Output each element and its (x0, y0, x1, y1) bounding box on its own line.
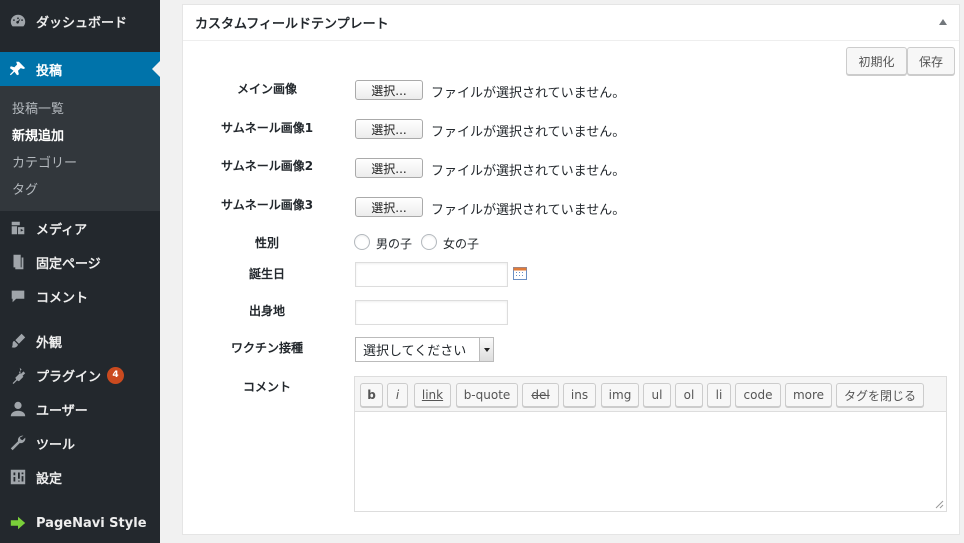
dashboard-icon (0, 12, 36, 30)
qt-more-button[interactable]: more (785, 383, 832, 407)
media-icon (0, 219, 36, 237)
select-arrow-icon (479, 338, 493, 361)
menu-label: 設定 (36, 471, 63, 487)
comment-textarea[interactable] (354, 412, 947, 512)
settings-icon (0, 468, 36, 486)
thumb3-file-button[interactable]: 選択... (355, 197, 423, 217)
birthday-input[interactable] (355, 262, 508, 287)
menu-label: ダッシュボード (36, 15, 128, 31)
submenu-add-new[interactable]: 新規追加 (12, 125, 64, 144)
qt-italic-button[interactable]: i (387, 383, 408, 407)
menu-appearance[interactable]: 外観 (0, 324, 160, 358)
menu-users[interactable]: ユーザー (0, 392, 160, 426)
menu-tools[interactable]: ツール (0, 426, 160, 460)
label-vaccine: ワクチン接種 (230, 341, 303, 355)
menu-label: 固定ページ (36, 256, 101, 272)
menu-label: 投稿 (36, 63, 63, 79)
panel-header: カスタムフィールドテンプレート (183, 5, 959, 41)
label-main-image: メイン画像 (236, 82, 297, 96)
thumb2-file-status: ファイルが選択されていません。 (431, 164, 626, 179)
gender-girl-label: 女の子 (443, 237, 480, 251)
qt-ul-button[interactable]: ul (643, 383, 671, 407)
qt-link-button[interactable]: link (414, 383, 451, 407)
thumb3-file-status: ファイルが選択されていません。 (431, 203, 626, 218)
label-birthday: 誕生日 (248, 267, 285, 281)
menu-settings[interactable]: 設定 (0, 460, 160, 494)
submenu-categories[interactable]: カテゴリー (12, 152, 77, 171)
menu-pages[interactable]: 固定ページ (0, 245, 160, 279)
qt-ins-button[interactable]: ins (563, 383, 596, 407)
menu-label: コメント (36, 290, 89, 306)
qt-ol-button[interactable]: ol (675, 383, 703, 407)
panel-title: カスタムフィールドテンプレート (195, 17, 389, 32)
main-image-file-status: ファイルが選択されていません。 (431, 86, 626, 101)
qt-code-button[interactable]: code (735, 383, 781, 407)
qt-li-button[interactable]: li (707, 383, 731, 407)
birthplace-input[interactable] (355, 300, 508, 325)
menu-plugins[interactable]: プラグイン 4 (0, 358, 160, 392)
menu-posts[interactable]: 投稿 (0, 52, 160, 86)
label-gender: 性別 (254, 236, 279, 250)
label-thumb2: サムネール画像2 (220, 159, 314, 173)
menu-comments[interactable]: コメント (0, 279, 160, 313)
qt-img-button[interactable]: img (601, 383, 639, 407)
admin-sidebar: ダッシュボード 投稿 投稿一覧 新規追加 カテゴリー タグ メディア 固定ページ… (0, 0, 160, 543)
gender-girl-radio[interactable] (421, 234, 437, 250)
qt-del-button[interactable]: del (522, 383, 559, 407)
resize-grip-icon[interactable] (935, 500, 944, 509)
gender-boy-radio[interactable] (354, 234, 370, 250)
page-icon (0, 253, 36, 271)
qt-close-tags-button[interactable]: タグを閉じる (836, 383, 924, 407)
menu-label: ツール (36, 437, 76, 453)
comment-icon (0, 287, 36, 305)
gender-boy-label: 男の子 (376, 237, 413, 251)
qt-bold-button[interactable]: b (360, 383, 383, 407)
pin-icon (0, 60, 36, 78)
posts-submenu: 投稿一覧 新規追加 カテゴリー タグ (0, 86, 160, 211)
label-birthplace: 出身地 (248, 304, 285, 318)
brush-icon (0, 332, 36, 350)
collapse-toggle-icon[interactable] (939, 19, 947, 25)
plugin-update-badge: 4 (107, 366, 125, 384)
menu-label: プラグイン (36, 369, 102, 385)
label-thumb1: サムネール画像1 (220, 121, 314, 135)
menu-label: メディア (36, 222, 88, 238)
thumb2-file-button[interactable]: 選択... (355, 158, 423, 178)
label-thumb3: サムネール画像3 (220, 198, 314, 212)
thumb1-file-button[interactable]: 選択... (355, 119, 423, 139)
main-image-file-button[interactable]: 選択... (355, 80, 423, 100)
menu-pagenavi-style[interactable]: PageNavi Style (0, 506, 160, 540)
reset-button[interactable]: 初期化 (846, 47, 907, 75)
wrench-icon (0, 434, 36, 452)
arrow-right-icon (0, 514, 36, 532)
active-indicator (152, 61, 160, 77)
user-icon (0, 400, 36, 418)
vaccine-select[interactable]: 選択してください (355, 337, 494, 362)
menu-label: 外観 (36, 335, 63, 351)
menu-dashboard[interactable]: ダッシュボード (0, 4, 160, 38)
submenu-all-posts[interactable]: 投稿一覧 (12, 98, 64, 117)
qt-blockquote-button[interactable]: b-quote (456, 383, 518, 407)
thumb1-file-status: ファイルが選択されていません。 (431, 125, 626, 140)
save-button[interactable]: 保存 (907, 47, 955, 75)
menu-label: ユーザー (36, 403, 88, 419)
menu-media[interactable]: メディア (0, 211, 160, 245)
quicktags-toolbar: b i link b-quote del ins img ul ol li co… (354, 376, 947, 412)
vaccine-selected-value: 選択してください (363, 344, 467, 359)
plugin-icon (0, 366, 36, 384)
calendar-icon[interactable] (513, 267, 527, 280)
menu-label: PageNavi Style (36, 515, 147, 531)
label-comment: コメント (242, 380, 291, 394)
custom-field-template-box: カスタムフィールドテンプレート 初期化 保存 メイン画像 選択... ファイルが… (182, 4, 960, 535)
submenu-tags[interactable]: タグ (12, 179, 38, 198)
